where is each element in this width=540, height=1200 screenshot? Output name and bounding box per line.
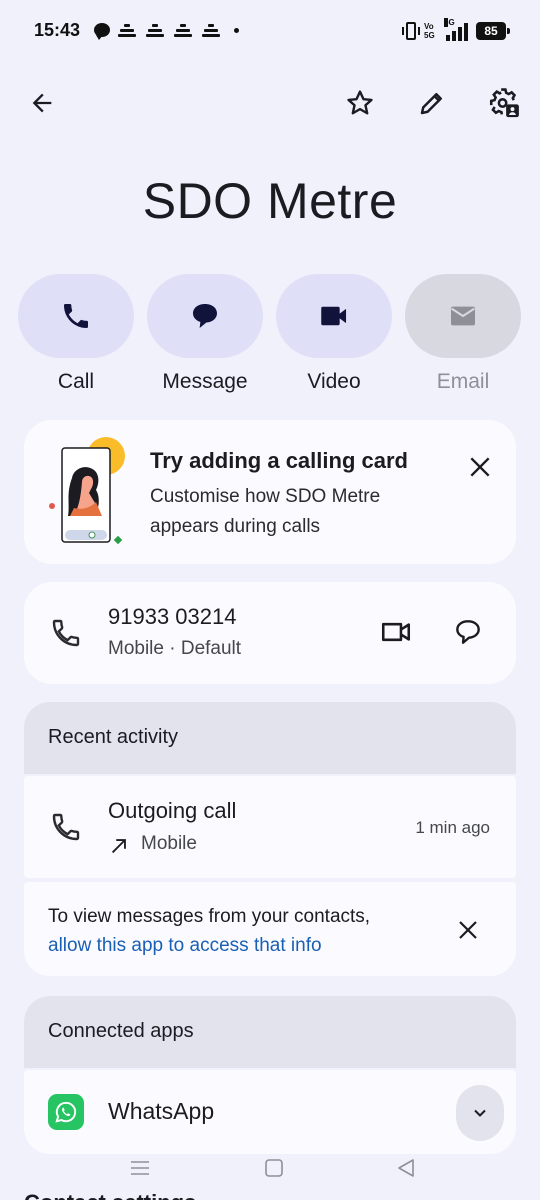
calling-card-title: Try adding a calling card (150, 448, 408, 473)
favorite-button[interactable] (336, 79, 384, 127)
whatsapp-row[interactable] (24, 1070, 516, 1154)
call-action[interactable]: Call (18, 274, 134, 394)
system-status-icons: Vo 5G 5G 85 (402, 18, 510, 44)
signal-icon: 5G (444, 18, 468, 41)
phone-type: Mobile · Default (108, 638, 242, 659)
news-notification-icon (144, 20, 166, 40)
video-camera-icon (321, 306, 347, 326)
close-icon (470, 457, 490, 477)
whatsapp-logo-icon (55, 1101, 77, 1123)
whatsapp-expand-button[interactable] (456, 1085, 504, 1141)
more-notifications-dot-icon (234, 27, 239, 33)
phone-icon (52, 813, 80, 841)
battery-icon: 85 (476, 22, 510, 40)
phone-icon (64, 304, 88, 328)
phone-message-button[interactable] (446, 610, 490, 654)
network-type: 5G (444, 18, 455, 27)
allow-access-link[interactable]: allow this app to access that info (48, 931, 370, 960)
phone-icon (52, 619, 80, 647)
gear-person-icon (489, 88, 519, 118)
message-label: Message (162, 370, 248, 393)
envelope-icon (451, 306, 475, 326)
arrow-left-icon (32, 93, 52, 113)
calling-card-subtitle: Customise how SDO Metre appears during c… (150, 486, 381, 537)
video-camera-outline-icon (381, 622, 411, 642)
chat-notification-icon (94, 23, 110, 40)
recents-menu-icon[interactable] (128, 1156, 152, 1180)
contact-settings-title: Contact settings (24, 1190, 196, 1200)
call-button[interactable] (18, 274, 134, 358)
back-triangle-icon[interactable] (394, 1156, 418, 1180)
vibrate-icon (402, 22, 420, 40)
message-action[interactable]: Message (147, 274, 263, 394)
contact-name: SDO Metre (142, 173, 398, 229)
home-square-icon[interactable] (262, 1156, 286, 1180)
pencil-icon (420, 93, 442, 115)
video-action[interactable]: Video (276, 274, 392, 394)
phone-video-call-button[interactable] (374, 610, 418, 654)
calling-card-illustration-icon (49, 437, 125, 545)
email-button (405, 274, 521, 358)
chevron-down-icon (474, 1109, 486, 1117)
message-outline-icon (456, 620, 480, 644)
dismiss-calling-card-button[interactable] (458, 445, 502, 489)
phone-number: 91933 03214 (108, 604, 237, 629)
activity-subtitle: Mobile (141, 833, 197, 854)
messages-permission-message: To view messages from your contacts, (48, 906, 371, 927)
outgoing-arrow-icon (111, 839, 126, 854)
connected-apps-title: Connected apps (48, 1020, 194, 1042)
message-button[interactable] (147, 274, 263, 358)
news-notification-icon (116, 20, 138, 40)
activity-title: Outgoing call (108, 798, 237, 823)
recent-activity-title: Recent activity (48, 726, 179, 748)
messages-permission-text: To view messages from your contacts, all… (48, 902, 370, 960)
status-bar: 15:43 Vo 5G 5G 85 (0, 0, 540, 64)
contact-settings-button[interactable] (480, 79, 528, 127)
news-notification-icon (200, 20, 222, 40)
email-action: Email (405, 274, 521, 394)
status-time: 15:43 (34, 20, 81, 40)
close-icon (459, 921, 477, 939)
dismiss-messages-prompt-button[interactable] (446, 908, 490, 952)
system-navigation-bar (0, 1150, 540, 1186)
news-notification-icon (172, 20, 194, 40)
phone-number-row[interactable] (24, 582, 516, 684)
call-label: Call (57, 370, 95, 393)
message-bubble-icon (193, 304, 217, 328)
edit-button[interactable] (408, 79, 456, 127)
volte-label: Vo 5G (424, 22, 435, 40)
video-button[interactable] (276, 274, 392, 358)
notification-icons (94, 18, 239, 42)
whatsapp-label: WhatsApp (108, 1098, 215, 1124)
back-button[interactable] (18, 79, 66, 127)
video-label: Video (307, 370, 361, 393)
whatsapp-icon (48, 1094, 84, 1130)
email-label: Email (436, 370, 490, 393)
activity-time: 1 min ago (415, 818, 490, 837)
star-outline-icon (347, 90, 373, 115)
